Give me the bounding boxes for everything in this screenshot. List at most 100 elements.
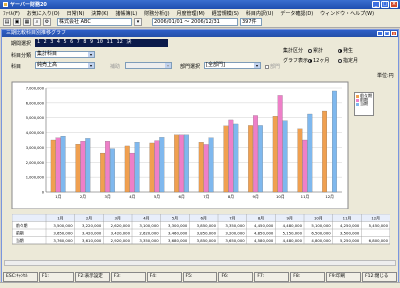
fkey-button-4[interactable]: F4: — [146, 272, 182, 282]
table-header-cell: 5月 — [172, 216, 178, 221]
x-tick-label: 4月 — [129, 194, 135, 199]
table-cell: 5,100,000 — [311, 223, 331, 228]
bar-当期 — [85, 138, 91, 193]
table-header-cell: 6月 — [201, 216, 207, 221]
minimize-button[interactable]: _ — [372, 1, 380, 8]
fkey-button-1[interactable]: F1: — [38, 272, 74, 282]
table-cell: 3,420,000 — [82, 231, 102, 236]
bar-前期 — [105, 141, 110, 193]
bar-前々期 — [174, 134, 179, 193]
settings-icon[interactable]: ⚙ — [43, 18, 51, 26]
bar-前期 — [228, 119, 234, 193]
agg-option-cumulative[interactable]: 累計 — [308, 47, 323, 54]
close-button[interactable]: × — [390, 1, 398, 8]
legend-label: 当期 — [360, 101, 368, 106]
child-minimize-button[interactable]: _ — [377, 31, 383, 36]
menu-item-6[interactable]: 月度管理(M) — [177, 10, 205, 17]
bar-前々期 — [124, 145, 130, 193]
table-header-cell: 4月 — [143, 216, 149, 221]
table-cell: 3,850,000 — [197, 223, 217, 228]
table-cell: 3,200,000 — [225, 231, 245, 236]
menu-item-2[interactable]: 日常(N) — [67, 10, 85, 17]
table-cell: 3,220,000 — [82, 223, 102, 228]
search-icon[interactable]: ⌕ — [33, 18, 41, 26]
radio-selected-icon — [338, 48, 342, 53]
chart-window: 三期比較科目別推移グラフ _ □ × 期間選択 1 2 3 4 5 6 7 8 … — [1, 29, 399, 286]
bar-前期 — [203, 144, 209, 193]
graph-option-12months[interactable]: 12ヶ月 — [308, 57, 329, 64]
print-icon[interactable]: ▦ — [23, 18, 31, 26]
x-tick-label: 10月 — [276, 194, 285, 199]
checkbox-icon — [265, 64, 269, 69]
table-cell: 4,250,000 — [340, 223, 360, 228]
sub-select[interactable]: ▾ — [125, 62, 172, 69]
table-cell: 5,150,000 — [283, 231, 303, 236]
bar-当期 — [258, 125, 263, 193]
fkey-button-10[interactable]: F12:閉じる — [362, 272, 397, 282]
menu-item-3[interactable]: 決算(K) — [91, 10, 108, 17]
fkey-button-2[interactable]: F2:表示設定 — [74, 272, 110, 282]
bar-前々期 — [322, 110, 327, 193]
period-selector[interactable]: 1 2 3 4 5 6 7 8 9 10 11 12 決 — [35, 39, 168, 47]
table-header-cell: 11月 — [343, 216, 352, 221]
account-select[interactable]: 純売上高 ▾ — [35, 62, 95, 69]
fkey-button-6[interactable]: F6: — [218, 272, 254, 282]
table-cell: 6,500,000 — [311, 231, 331, 236]
table-header-cell: 9月 — [287, 216, 293, 221]
table-cell: 3,760,000 — [53, 238, 73, 243]
menu-item-5[interactable]: 財務分析(J) — [144, 10, 169, 17]
y-tick-label: 6,000,000 — [26, 101, 45, 105]
table-cell: 4,800,000 — [311, 238, 331, 243]
chart-window-title: 三期比較科目別推移グラフ _ □ × — [2, 30, 398, 37]
agg-option-occurrence[interactable]: 発生 — [338, 47, 353, 54]
fkey-button-9[interactable]: F9:印刷 — [326, 272, 362, 282]
menu-item-8[interactable]: 科目内訳(U) — [246, 10, 274, 17]
menu-item-1[interactable]: お気に入り(O) — [27, 10, 60, 17]
graph-label: グラフ表示 — [283, 58, 309, 64]
table-header-cell: 3月 — [115, 216, 121, 221]
fkey-button-3[interactable]: F3: — [110, 272, 146, 282]
fkey-button-7[interactable]: F7: — [254, 272, 290, 282]
table-row-label: 当期 — [16, 238, 24, 243]
radio-selected-icon — [308, 58, 312, 63]
table-row-label: 前々期 — [16, 223, 28, 228]
child-maximize-button[interactable]: □ — [384, 31, 390, 36]
table-cell: 4,850,000 — [254, 231, 274, 236]
table-cell: 4,480,000 — [283, 223, 303, 228]
menu-item-9[interactable]: データ確認(D) — [280, 10, 313, 17]
menu-item-10[interactable]: ウィンドウ・ヘルプ(W) — [320, 10, 374, 17]
x-tick-label: 5月 — [154, 194, 160, 199]
child-close-button[interactable]: × — [391, 31, 397, 36]
dept-checkbox[interactable]: 部門 — [265, 63, 280, 70]
radio-icon — [338, 58, 342, 63]
menu-item-4[interactable]: 諸帳簿(L) — [115, 10, 137, 17]
app-titlebar: ヤーバー財務20 _ □ × — [0, 0, 400, 9]
company-select-icon[interactable]: ▾ — [134, 18, 142, 26]
menu-item-7[interactable]: 経営規模(S) — [212, 10, 239, 17]
table-header-cell: 12月 — [371, 216, 380, 221]
dept-label: 部門選択 — [180, 64, 201, 70]
horizontal-scrollbar[interactable] — [4, 260, 396, 266]
company-field[interactable]: 株式会社 ABC — [57, 18, 132, 26]
fkey-button-0[interactable]: ESC:ｷｬﾝｾﾙ — [3, 272, 38, 282]
menu-item-0[interactable]: ﾌｧｲﾙ(F) — [3, 10, 20, 17]
period-field: 2006/01/01 ～ 2006/12/31 — [152, 18, 238, 26]
table-header-cell: 8月 — [258, 216, 264, 221]
menu-bar: ﾌｧｲﾙ(F) お気に入り(O) 日常(N) 決算(K) 諸帳簿(L) 財務分析(J) 月度… — [0, 9, 400, 17]
dept-select[interactable]: [全部門] ▾ — [204, 62, 261, 69]
table-cell: 2,920,000 — [111, 238, 131, 243]
bar-前期 — [277, 95, 283, 193]
status-bar — [0, 282, 400, 288]
fkey-button-5[interactable]: F5: — [182, 272, 218, 282]
bar-前期 — [253, 115, 258, 193]
folder-icon[interactable]: ▣ — [13, 18, 21, 26]
fkey-button-8[interactable]: F8: — [290, 272, 326, 282]
graph-option-month[interactable]: 指定月 — [338, 57, 358, 64]
table-cell: 3,850,000 — [197, 231, 217, 236]
bar-前々期 — [100, 152, 106, 193]
table-header-cell: 2月 — [86, 216, 92, 221]
category-select[interactable]: 集計科目 ▾ — [35, 51, 95, 58]
open-icon[interactable]: ▤ — [3, 18, 11, 26]
table-cell: 3,680,000 — [168, 238, 188, 243]
maximize-button[interactable]: □ — [381, 1, 389, 8]
